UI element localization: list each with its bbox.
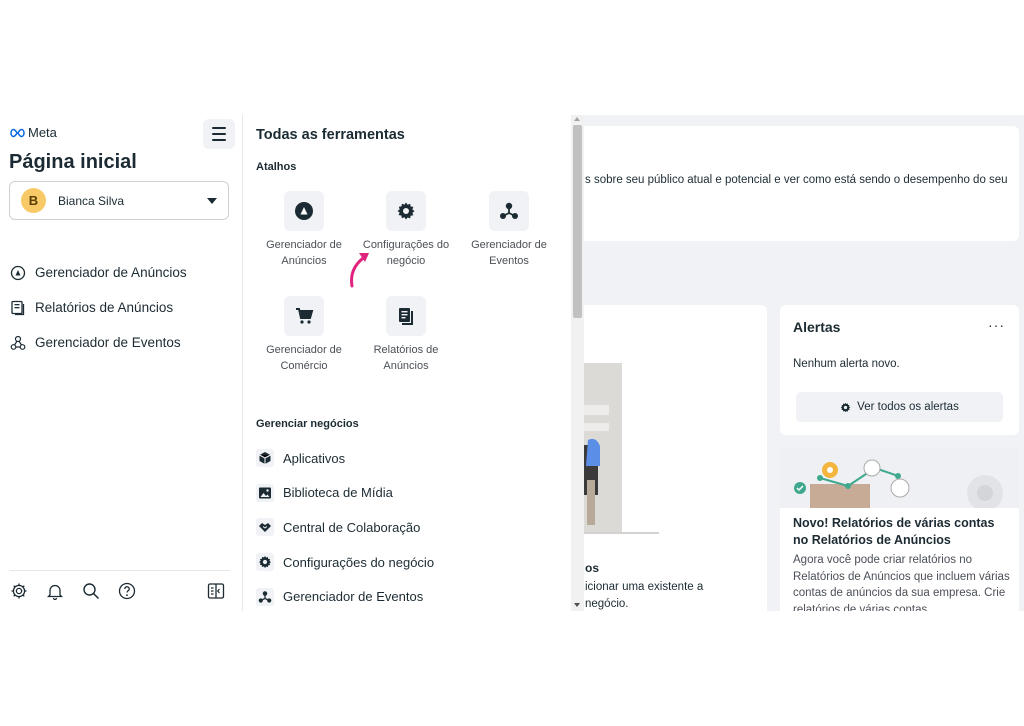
- search-icon[interactable]: [81, 581, 101, 601]
- menu-bar: [212, 133, 226, 135]
- manage-business-list: Aplicativos Biblioteca de Mídia Central …: [256, 441, 556, 611]
- alerts-card: Alertas ··· Nenhum alerta novo. Ver todo…: [780, 305, 1019, 435]
- shortcut-label: Gerenciador de Eventos: [471, 239, 547, 267]
- sidebar-item-label: Gerenciador de Anúncios: [35, 265, 187, 280]
- settings-icon[interactable]: [9, 581, 29, 601]
- sidebar-item-label: Gerenciador de Eventos: [35, 335, 181, 350]
- shortcuts-heading: Atalhos: [256, 161, 297, 173]
- meta-logo[interactable]: Meta: [9, 125, 57, 140]
- shortcut-label: Gerenciador de Comércio: [266, 344, 342, 372]
- tools-item-label: Central de Colaboração: [283, 519, 421, 535]
- tools-item-label: Gerenciador de Eventos: [283, 589, 424, 605]
- tools-item-label: Configurações do negócio: [283, 554, 435, 570]
- news-body: Agora você pode criar relatórios no Rela…: [793, 554, 1010, 611]
- audience-card: s sobre seu público atual e potencial e …: [584, 126, 1019, 241]
- tools-panel-scrollbar[interactable]: [571, 115, 584, 611]
- tools-item-media-library[interactable]: Biblioteca de Mídia: [256, 476, 556, 511]
- shortcut-events-manager[interactable]: Gerenciador de Eventos: [459, 191, 559, 269]
- tools-item-apps[interactable]: Aplicativos: [256, 441, 556, 476]
- panel-toggle-icon[interactable]: [206, 581, 226, 601]
- scroll-up-icon[interactable]: [574, 117, 580, 121]
- sidebar-item-events-manager[interactable]: Gerenciador de Eventos: [9, 325, 234, 360]
- menu-button[interactable]: [203, 119, 235, 149]
- account-name: Bianca Silva: [58, 193, 125, 208]
- ads-manager-icon: [284, 191, 324, 231]
- annotation-arrow-icon: [350, 253, 369, 288]
- gear-icon: [256, 553, 274, 572]
- view-all-alerts-button[interactable]: Ver todos os alertas: [796, 392, 1003, 422]
- avatar: B: [21, 188, 46, 213]
- page-title: Página inicial: [9, 151, 137, 173]
- account-selector[interactable]: B Bianca Silva: [9, 181, 229, 220]
- scroll-thumb[interactable]: [573, 125, 582, 318]
- gear-icon: [386, 191, 426, 231]
- meta-infinity-icon: [10, 128, 25, 137]
- image-icon: [256, 483, 274, 502]
- handshake-icon: [256, 518, 274, 537]
- tools-item-label: Biblioteca de Mídia: [283, 485, 393, 501]
- events-manager-icon: [489, 191, 529, 231]
- events-manager-icon: [256, 587, 274, 606]
- ads-reporting-icon: [386, 296, 426, 336]
- all-tools-panel: Todas as ferramentas Atalhos Gerenciador…: [243, 115, 571, 611]
- menu-bar: [212, 139, 226, 141]
- meta-logo-text: Meta: [28, 125, 57, 140]
- tools-item-events-manager[interactable]: Gerenciador de Eventos: [256, 579, 556, 611]
- alerts-title: Alertas: [793, 319, 841, 335]
- sidebar-item-ads-manager[interactable]: Gerenciador de Anúncios: [9, 255, 234, 290]
- cube-icon: [256, 449, 274, 468]
- tools-item-label: Aplicativos: [283, 450, 346, 466]
- shortcut-ads-manager[interactable]: Gerenciador de Anúncios: [254, 191, 354, 269]
- help-icon[interactable]: [117, 581, 137, 601]
- scroll-down-icon[interactable]: [574, 603, 580, 607]
- sidebar-footer: [9, 570, 230, 610]
- cart-icon: [284, 296, 324, 336]
- sidebar-nav: Gerenciador de Anúncios Relatórios de An…: [9, 255, 234, 360]
- ads-reporting-icon: [9, 299, 26, 316]
- tools-item-collab-center[interactable]: Central de Colaboração: [256, 510, 556, 545]
- shortcut-ads-reporting[interactable]: Relatórios de Anúncios: [356, 296, 456, 374]
- manage-business-heading: Gerenciar negócios: [256, 418, 359, 430]
- left-sidebar: Meta Página inicial B Bianca Silva Geren…: [0, 115, 243, 611]
- tools-panel-title: Todas as ferramentas: [256, 127, 405, 143]
- dashboard-background: s sobre seu público atual e potencial e …: [584, 115, 1024, 611]
- business-card: os icionar uma existente a negócio.: [584, 305, 767, 611]
- person-illustration-icon: [584, 363, 659, 534]
- news-title: Novo! Relatórios de várias contas no Rel…: [793, 516, 995, 547]
- notifications-icon[interactable]: [45, 581, 65, 601]
- business-card-link[interactable]: negócio.: [585, 598, 628, 610]
- chevron-down-icon: [207, 198, 217, 204]
- sidebar-item-ads-reporting[interactable]: Relatórios de Anúncios: [9, 290, 234, 325]
- view-all-alerts-label: Ver todos os alertas: [857, 401, 959, 413]
- tools-item-business-settings[interactable]: Configurações do negócio: [256, 545, 556, 580]
- sidebar-item-label: Relatórios de Anúncios: [35, 300, 174, 315]
- shortcut-commerce-manager[interactable]: Gerenciador de Comércio: [254, 296, 354, 374]
- audience-card-text: s sobre seu público atual e potencial e …: [585, 174, 1008, 186]
- more-options-icon[interactable]: ···: [988, 317, 1005, 333]
- alerts-empty-text: Nenhum alerta novo.: [793, 358, 900, 370]
- gear-icon: [840, 402, 851, 412]
- shortcut-label: Relatórios de Anúncios: [373, 344, 439, 372]
- shortcut-label: Gerenciador de Anúncios: [266, 239, 342, 267]
- news-card: Novo! Relatórios de várias contas no Rel…: [780, 448, 1019, 611]
- menu-bar: [212, 127, 226, 129]
- business-card-text: icionar uma existente a: [585, 581, 704, 593]
- ads-manager-icon: [9, 264, 26, 281]
- events-manager-icon: [9, 334, 26, 351]
- news-banner-illustration-icon: [780, 448, 1019, 508]
- business-card-title: os: [585, 561, 600, 575]
